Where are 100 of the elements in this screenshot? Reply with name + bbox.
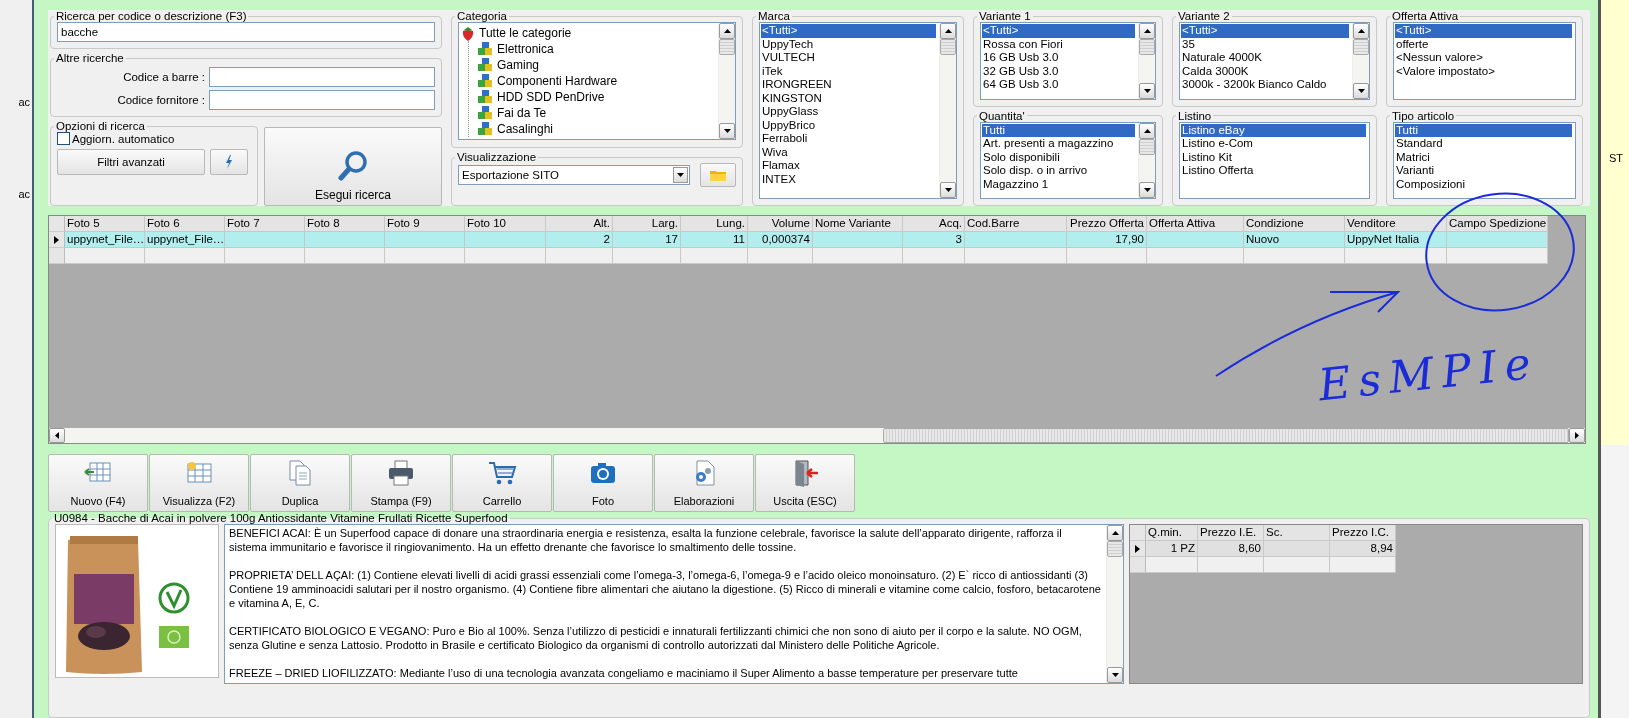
column-header[interactable]: Campo Spedizione bbox=[1447, 216, 1548, 232]
toolbar-button[interactable]: Carrello bbox=[452, 454, 552, 512]
column-header[interactable]: Larg. bbox=[613, 216, 681, 232]
list-item[interactable]: Ferraboli bbox=[761, 132, 936, 146]
scroll-left-button[interactable] bbox=[49, 428, 65, 443]
list-item[interactable]: Listino Kit bbox=[1181, 150, 1366, 164]
column-header[interactable]: Condizione bbox=[1244, 216, 1345, 232]
list-item[interactable]: Tutti bbox=[1395, 123, 1572, 137]
column-header[interactable]: Nome Variante bbox=[813, 216, 903, 232]
toolbar-button[interactable]: Nuovo (F4) bbox=[48, 454, 148, 512]
column-header[interactable]: Q.min. bbox=[1146, 525, 1198, 541]
list-item[interactable]: 32 GB Usb 3.0 bbox=[982, 64, 1135, 78]
list-item[interactable]: Art. presenti a magazzino bbox=[982, 137, 1135, 151]
tree-item[interactable]: Fai da Te bbox=[478, 105, 547, 121]
scroll-thumb[interactable] bbox=[1353, 39, 1369, 55]
advanced-filters-button[interactable]: Filtri avanzati bbox=[57, 149, 205, 175]
tree-item[interactable]: Elettronica bbox=[478, 41, 554, 57]
column-header[interactable]: Foto 6 bbox=[145, 216, 225, 232]
scroll-right-button[interactable] bbox=[1569, 428, 1585, 443]
tree-item[interactable]: Gaming bbox=[478, 57, 540, 73]
list-item[interactable]: 35 bbox=[1181, 37, 1349, 51]
list-item[interactable]: Standard bbox=[1395, 137, 1572, 151]
list-item[interactable]: <Tutti> bbox=[1395, 24, 1572, 38]
tree-item[interactable]: Tutte le categorie bbox=[461, 25, 572, 41]
list-item[interactable]: Flamax bbox=[761, 159, 936, 173]
scroll-thumb[interactable] bbox=[1139, 138, 1155, 155]
column-header[interactable]: Acq. bbox=[903, 216, 965, 232]
column-header[interactable]: Venditore bbox=[1345, 216, 1447, 232]
scroll-thumb[interactable] bbox=[940, 39, 956, 55]
list-item[interactable]: <Tutti> bbox=[1181, 24, 1349, 38]
tree-item[interactable]: Componenti Hardware bbox=[478, 73, 618, 89]
dropdown-button[interactable] bbox=[673, 167, 688, 183]
row-header[interactable] bbox=[1130, 541, 1146, 557]
list-item[interactable]: Wiva bbox=[761, 145, 936, 159]
scroll-down-button[interactable] bbox=[719, 123, 735, 139]
list-item[interactable]: Matrici bbox=[1395, 150, 1572, 164]
column-header[interactable]: Lung. bbox=[681, 216, 748, 232]
list-item[interactable]: Composizioni bbox=[1395, 177, 1572, 191]
list-item[interactable]: Magazzino 1 bbox=[982, 177, 1135, 191]
scroll-up-button[interactable] bbox=[940, 23, 956, 39]
list-item[interactable]: VULTECH bbox=[761, 51, 936, 65]
scroll-up-button[interactable] bbox=[1107, 525, 1123, 541]
column-header[interactable]: Foto 5 bbox=[65, 216, 145, 232]
column-header[interactable]: Volume bbox=[748, 216, 813, 232]
column-header[interactable]: Foto 8 bbox=[305, 216, 385, 232]
column-header[interactable]: Sc. bbox=[1264, 525, 1330, 541]
toolbar-button[interactable]: Stampa (F9) bbox=[351, 454, 451, 512]
row-header[interactable] bbox=[49, 232, 65, 248]
tree-item[interactable]: HDD SDD PenDrive bbox=[478, 89, 605, 105]
column-header[interactable]: Alt. bbox=[546, 216, 613, 232]
column-header[interactable]: Prezzo I.C. bbox=[1330, 525, 1396, 541]
scroll-up-button[interactable] bbox=[1139, 23, 1155, 39]
scroll-down-button[interactable] bbox=[1139, 182, 1155, 198]
list-item[interactable]: offerte bbox=[1395, 37, 1572, 51]
list-item[interactable]: 16 GB Usb 3.0 bbox=[982, 51, 1135, 65]
scroll-down-button[interactable] bbox=[1107, 667, 1123, 683]
scroll-up-button[interactable] bbox=[1139, 122, 1155, 139]
list-item[interactable]: IRONGREEN bbox=[761, 78, 936, 92]
scroll-up-button[interactable] bbox=[1353, 23, 1369, 39]
list-item[interactable]: 3000k - 3200k Bianco Caldo bbox=[1181, 78, 1349, 92]
scroll-down-button[interactable] bbox=[940, 182, 956, 198]
list-item[interactable]: UppyBrico bbox=[761, 118, 936, 132]
list-item[interactable]: Solo disponibili bbox=[982, 150, 1135, 164]
column-header[interactable]: Cod.Barre bbox=[965, 216, 1067, 232]
checkbox[interactable] bbox=[57, 132, 70, 145]
toolbar-button[interactable]: Duplica bbox=[250, 454, 350, 512]
lightning-button[interactable] bbox=[210, 149, 248, 175]
list-item[interactable]: Naturale 4000K bbox=[1181, 51, 1349, 65]
scroll-thumb[interactable] bbox=[1107, 541, 1123, 557]
toolbar-button[interactable]: Uscita (ESC) bbox=[755, 454, 855, 512]
column-header[interactable]: Prezzo I.E. bbox=[1198, 525, 1264, 541]
column-header[interactable]: Foto 10 bbox=[465, 216, 546, 232]
list-item[interactable]: <Valore impostato> bbox=[1395, 64, 1572, 78]
list-item[interactable]: iTek bbox=[761, 64, 936, 78]
list-item[interactable]: UppyTech bbox=[761, 37, 936, 51]
list-item[interactable]: 64 GB Usb 3.0 bbox=[982, 78, 1135, 92]
column-header[interactable]: Foto 7 bbox=[225, 216, 305, 232]
column-header[interactable]: Offerta Attiva bbox=[1147, 216, 1244, 232]
list-item[interactable]: UppyGlass bbox=[761, 105, 936, 119]
list-item[interactable]: <Nessun valore> bbox=[1395, 51, 1572, 65]
input-field[interactable] bbox=[209, 90, 435, 110]
scroll-up-button[interactable] bbox=[719, 23, 735, 39]
search-button[interactable]: Esegui ricerca bbox=[264, 127, 442, 206]
list-item[interactable]: INTEX bbox=[761, 172, 936, 186]
tree-item[interactable]: Casalinghi bbox=[478, 121, 554, 137]
list-item[interactable]: KINGSTON bbox=[761, 91, 936, 105]
toolbar-button[interactable]: Foto bbox=[553, 454, 653, 512]
list-item[interactable]: Listino Offerta bbox=[1181, 164, 1366, 178]
list-item[interactable]: <Tutti> bbox=[761, 24, 936, 38]
list-item[interactable]: Varianti bbox=[1395, 164, 1572, 178]
scroll-thumb[interactable] bbox=[883, 428, 1569, 443]
list-item[interactable]: Rossa con Fiori bbox=[982, 37, 1135, 51]
scroll-thumb[interactable] bbox=[719, 39, 735, 55]
list-item[interactable]: Solo disp. o in arrivo bbox=[982, 164, 1135, 178]
list-item[interactable]: Tutti bbox=[982, 123, 1135, 137]
toolbar-button[interactable]: Elaborazioni bbox=[654, 454, 754, 512]
scroll-thumb[interactable] bbox=[1139, 39, 1155, 55]
list-item[interactable]: Listino e-Com bbox=[1181, 137, 1366, 151]
input-field[interactable] bbox=[209, 67, 435, 87]
list-item[interactable]: Calda 3000K bbox=[1181, 64, 1349, 78]
